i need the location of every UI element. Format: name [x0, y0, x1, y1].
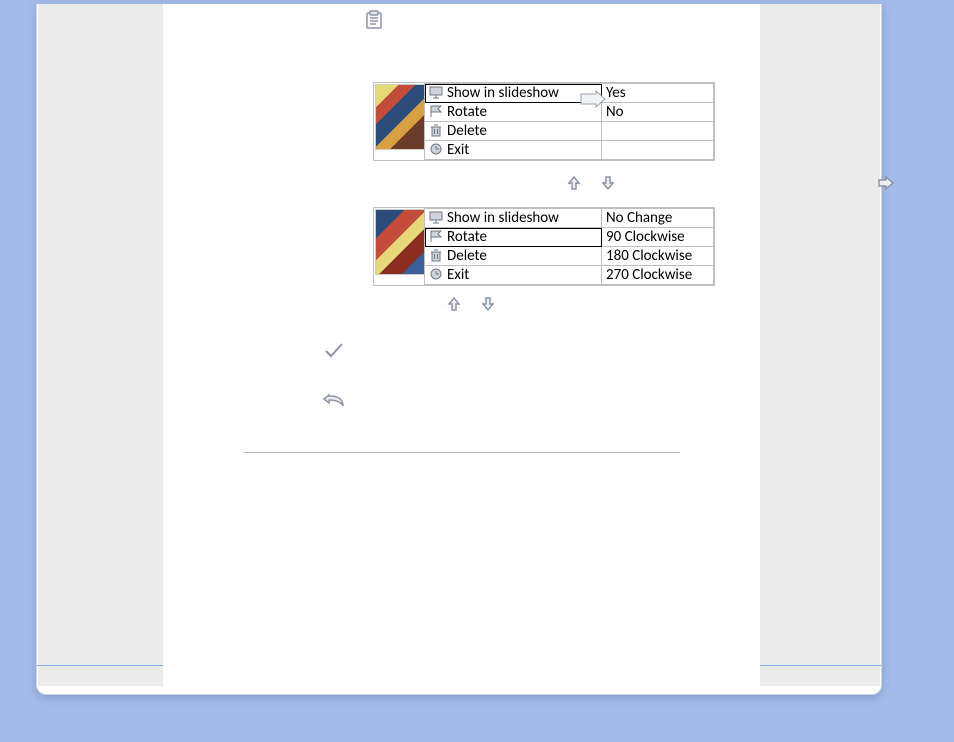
menu-label: Delete — [447, 247, 487, 265]
clipboard-icon — [363, 9, 385, 31]
thumbnail-1 — [374, 83, 424, 151]
menu-label: Delete — [447, 122, 487, 140]
document-window: Show in slideshow Yes Rotate No Delete E… — [36, 4, 882, 695]
slideshow-icon — [429, 86, 445, 100]
menu-value: Yes — [606, 84, 626, 102]
menu-value: 270 Clockwise — [606, 266, 692, 284]
menu-block-1: Show in slideshow Yes Rotate No Delete E… — [373, 82, 715, 161]
menu-row-slideshow[interactable]: Show in slideshow Yes — [425, 84, 714, 103]
page-content: Show in slideshow Yes Rotate No Delete E… — [163, 4, 760, 694]
menu-value: 180 Clockwise — [606, 247, 692, 265]
flag-icon — [429, 105, 445, 119]
menu-row-slideshow[interactable]: Show in slideshow No Change — [425, 209, 714, 228]
menu-row-exit[interactable]: Exit 270 Clockwise — [425, 266, 714, 285]
trash-icon — [429, 124, 445, 138]
menu-value: 90 Clockwise — [606, 228, 685, 246]
menu-row-delete[interactable]: Delete 180 Clockwise — [425, 247, 714, 266]
menu-row-delete[interactable]: Delete — [425, 122, 714, 141]
menu-value: No — [606, 103, 624, 121]
menu-table-1: Show in slideshow Yes Rotate No Delete E… — [424, 83, 714, 160]
arrow-up-icon[interactable] — [563, 172, 585, 194]
slideshow-icon — [429, 211, 445, 225]
menu-block-2: Show in slideshow No Change Rotate 90 Cl… — [373, 207, 715, 286]
menu-label: Show in slideshow — [447, 209, 559, 227]
menu-value: No Change — [606, 209, 672, 227]
arrow-down-icon[interactable] — [597, 172, 619, 194]
menu-label: Rotate — [447, 103, 487, 121]
trash-icon — [429, 249, 445, 263]
flag-icon — [429, 230, 445, 244]
menu-label: Rotate — [447, 228, 487, 246]
arrow-right-icon[interactable] — [875, 172, 897, 194]
undo-icon[interactable] — [323, 389, 345, 411]
menu-label: Exit — [447, 266, 469, 284]
menu-label: Exit — [447, 141, 469, 159]
clock-icon — [429, 143, 445, 157]
arrow-down-icon[interactable] — [477, 293, 499, 315]
clock-icon — [429, 268, 445, 282]
thumbnail-2 — [374, 208, 424, 276]
menu-row-exit[interactable]: Exit — [425, 141, 714, 160]
right-margin — [757, 4, 880, 686]
menu-label: Show in slideshow — [447, 84, 559, 102]
menu-table-2: Show in slideshow No Change Rotate 90 Cl… — [424, 208, 714, 285]
check-icon[interactable] — [323, 339, 345, 361]
menu-row-rotate[interactable]: Rotate 90 Clockwise — [425, 228, 714, 247]
left-margin — [38, 4, 164, 686]
menu-row-rotate[interactable]: Rotate No — [425, 103, 714, 122]
arrow-up-icon[interactable] — [443, 293, 465, 315]
